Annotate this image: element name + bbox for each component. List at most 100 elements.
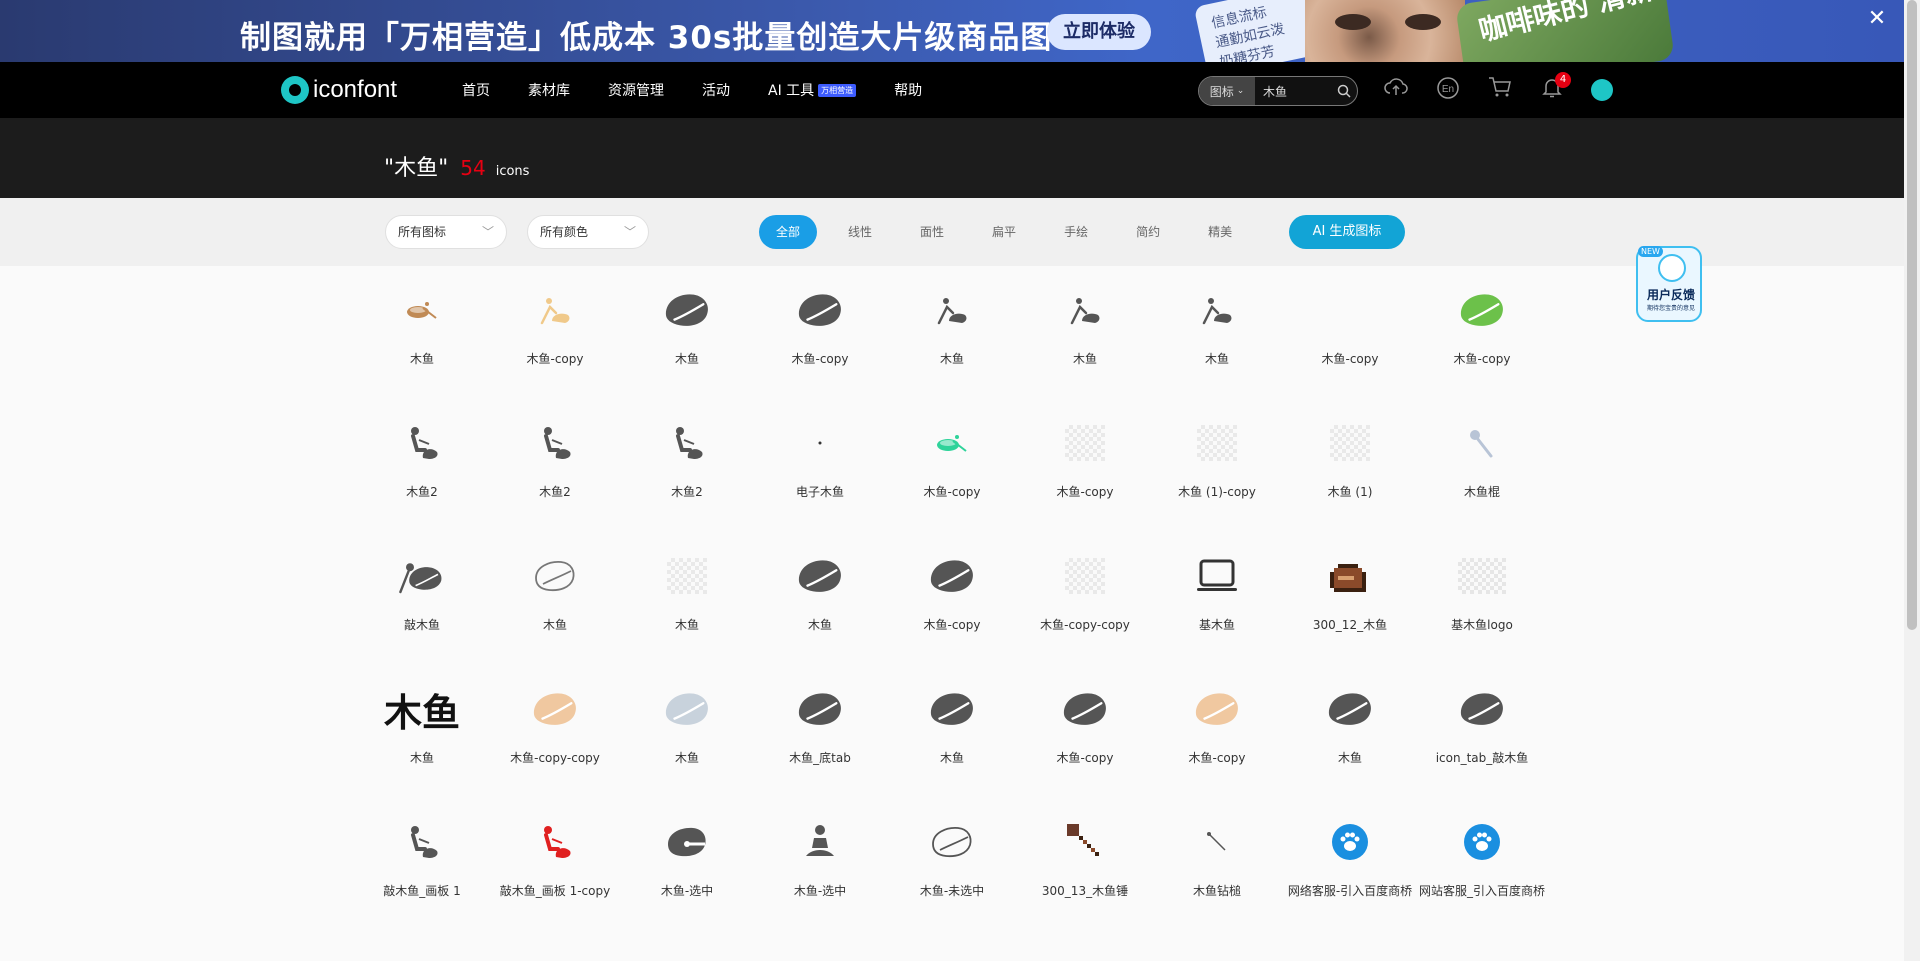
nav-item-ai-tools[interactable]: AI 工具 万相营造 bbox=[768, 80, 857, 100]
promo-banner[interactable]: 制图就用「万相营造」低成本 30s批量创造大片级商品图 立即体验 信息流标 通勤… bbox=[0, 0, 1904, 62]
icon-label: 基木鱼logo bbox=[1451, 618, 1513, 632]
icon-card[interactable]: 木鱼-copy-copy bbox=[507, 669, 603, 779]
logo-icon bbox=[281, 76, 309, 104]
banner-cta-button[interactable]: 立即体验 bbox=[1047, 14, 1151, 50]
tab-flat[interactable]: 扁平 bbox=[975, 215, 1033, 249]
icon-card[interactable]: 木鱼-未选中 bbox=[904, 802, 1000, 912]
nav-icons: En 4 bbox=[1383, 72, 1613, 104]
icon-card[interactable]: 木鱼-copy bbox=[1169, 669, 1265, 779]
nav-item-help[interactable]: 帮助 bbox=[894, 80, 922, 100]
icon-label: icon_tab_敲木鱼 bbox=[1435, 751, 1529, 765]
icon-card[interactable]: 木鱼-copy bbox=[904, 536, 1000, 646]
icon-card[interactable]: 木鱼 bbox=[639, 270, 735, 380]
icon-card[interactable]: 敲木鱼_画板 1 bbox=[374, 802, 470, 912]
wooden-fish-mallet-icon bbox=[398, 552, 446, 600]
banner-eye bbox=[1405, 14, 1441, 30]
wooden-fish-icon bbox=[1061, 685, 1109, 733]
icon-card[interactable]: 敲木鱼_画板 1-copy bbox=[500, 802, 610, 912]
icon-card[interactable]: icon_tab_敲木鱼 bbox=[1434, 669, 1530, 779]
transparent-placeholder-icon bbox=[1061, 552, 1109, 600]
icon-card[interactable]: 木鱼 bbox=[1169, 270, 1265, 380]
cart-icon[interactable] bbox=[1487, 76, 1513, 104]
icon-card[interactable]: 木鱼-选中 bbox=[639, 802, 735, 912]
icon-label: 木鱼-copy bbox=[923, 618, 981, 632]
icon-card[interactable]: 网络客服-引入百度商桥 bbox=[1288, 802, 1412, 912]
icon-card[interactable]: 木鱼 bbox=[1037, 270, 1133, 380]
icon-label: 敲木鱼_画板 1-copy bbox=[499, 884, 611, 898]
icon-type-select[interactable]: 所有图标 ﹀ bbox=[385, 215, 507, 249]
feedback-widget[interactable]: NEW 用户反馈 期待您宝贵的意见 bbox=[1636, 246, 1702, 322]
tab-all[interactable]: 全部 bbox=[759, 215, 818, 249]
icon-card[interactable]: 木鱼2 bbox=[374, 403, 470, 513]
icon-card[interactable]: 木鱼_底tab bbox=[772, 669, 868, 779]
search-input[interactable] bbox=[1255, 84, 1331, 98]
nav-item-home[interactable]: 首页 bbox=[462, 80, 490, 100]
icon-card[interactable]: 木鱼 bbox=[904, 669, 1000, 779]
icon-card[interactable]: 基木鱼 bbox=[1169, 536, 1265, 646]
wooden-fish-icon bbox=[928, 552, 976, 600]
nav-item-library[interactable]: 素材库 bbox=[528, 80, 570, 100]
icon-card[interactable]: 木鱼-copy bbox=[507, 270, 603, 380]
tab-line[interactable]: 线性 bbox=[831, 215, 889, 249]
icon-card[interactable]: 木鱼-copy bbox=[772, 270, 868, 380]
icon-card[interactable]: 木鱼2 bbox=[639, 403, 735, 513]
person-seated-icon bbox=[531, 818, 579, 866]
nav-item-ai-label: AI 工具 bbox=[768, 83, 815, 99]
icon-card[interactable]: 木鱼 bbox=[639, 669, 735, 779]
tab-fill[interactable]: 面性 bbox=[903, 215, 961, 249]
icon-card[interactable]: 电子木鱼 bbox=[772, 403, 868, 513]
scrollbar-thumb[interactable] bbox=[1907, 0, 1917, 630]
icon-label: 300_13_木鱼锤 bbox=[1041, 884, 1129, 898]
banner-photo-text: 咖啡味的 清新 bbox=[1475, 0, 1657, 48]
icon-card[interactable]: 木鱼钻槌 bbox=[1169, 802, 1265, 912]
wooden-fish-outline-icon bbox=[531, 552, 579, 600]
color-select[interactable]: 所有颜色 ﹀ bbox=[527, 215, 649, 249]
close-icon[interactable]: ✕ bbox=[1866, 8, 1888, 30]
icon-card[interactable]: 木鱼 (1)-copy bbox=[1169, 403, 1265, 513]
icon-label: 木鱼 bbox=[542, 618, 567, 632]
transparent-placeholder-icon bbox=[663, 552, 711, 600]
icon-card[interactable]: 木鱼-copy bbox=[1037, 403, 1133, 513]
icon-card[interactable]: 木鱼-copy bbox=[904, 403, 1000, 513]
icon-card[interactable]: 木鱼 bbox=[772, 536, 868, 646]
icon-card[interactable]: 木鱼-copy bbox=[1037, 669, 1133, 779]
avatar[interactable] bbox=[1591, 79, 1613, 101]
icon-card[interactable]: 木鱼2 bbox=[507, 403, 603, 513]
logo[interactable]: iconfont bbox=[281, 76, 397, 104]
icon-card[interactable]: 木鱼 木鱼 bbox=[374, 669, 470, 779]
scrollbar[interactable] bbox=[1904, 0, 1920, 961]
icon-card[interactable]: 网站客服_引入百度商桥 bbox=[1419, 802, 1545, 912]
icon-card[interactable]: 基木鱼logo bbox=[1434, 536, 1530, 646]
icon-card[interactable]: 木鱼 bbox=[639, 536, 735, 646]
nav-item-activity[interactable]: 活动 bbox=[702, 80, 730, 100]
icon-card[interactable]: 敲木鱼 bbox=[374, 536, 470, 646]
bell-icon[interactable]: 4 bbox=[1539, 72, 1571, 104]
icon-card[interactable]: 木鱼 bbox=[507, 536, 603, 646]
notification-badge: 4 bbox=[1555, 72, 1571, 88]
upload-icon[interactable] bbox=[1383, 76, 1409, 104]
search-icon[interactable] bbox=[1331, 77, 1357, 105]
icon-card[interactable]: 木鱼 bbox=[904, 270, 1000, 380]
icon-card[interactable]: 木鱼 bbox=[374, 270, 470, 380]
nav-item-resources[interactable]: 资源管理 bbox=[608, 80, 664, 100]
icon-card[interactable]: 300_13_木鱼锤 bbox=[1037, 802, 1133, 912]
tab-fine[interactable]: 精美 bbox=[1191, 215, 1249, 249]
icon-label: 木鱼 bbox=[409, 352, 434, 366]
ai-badge: 万相营造 bbox=[818, 83, 857, 97]
ai-generate-button[interactable]: AI 生成图标 bbox=[1289, 215, 1405, 249]
tab-handdrawn[interactable]: 手绘 bbox=[1047, 215, 1105, 249]
result-unit: icons bbox=[495, 164, 530, 179]
icon-card[interactable]: 木鱼-选中 bbox=[772, 802, 868, 912]
icon-card[interactable]: 木鱼 (1) bbox=[1302, 403, 1398, 513]
icon-card[interactable]: 木鱼-copy-copy bbox=[1037, 536, 1133, 646]
icon-card[interactable]: 木鱼 bbox=[1302, 669, 1398, 779]
filter-bar: 所有图标 ﹀ 所有颜色 ﹀ 全部 线性 面性 扁平 手绘 简约 精美 AI 生成… bbox=[0, 198, 1904, 266]
search-type-select[interactable]: 图标 ⌄ bbox=[1199, 77, 1255, 105]
icon-card[interactable]: 木鱼棍 bbox=[1434, 403, 1530, 513]
icon-card[interactable]: 300_12_木鱼 bbox=[1302, 536, 1398, 646]
icon-card[interactable]: 木鱼-copy bbox=[1434, 270, 1530, 380]
language-icon[interactable]: En bbox=[1435, 76, 1461, 104]
icon-card[interactable]: 木鱼-copy bbox=[1302, 270, 1398, 380]
tab-simple[interactable]: 简约 bbox=[1119, 215, 1177, 249]
feedback-title: 用户反馈 bbox=[1646, 288, 1695, 302]
